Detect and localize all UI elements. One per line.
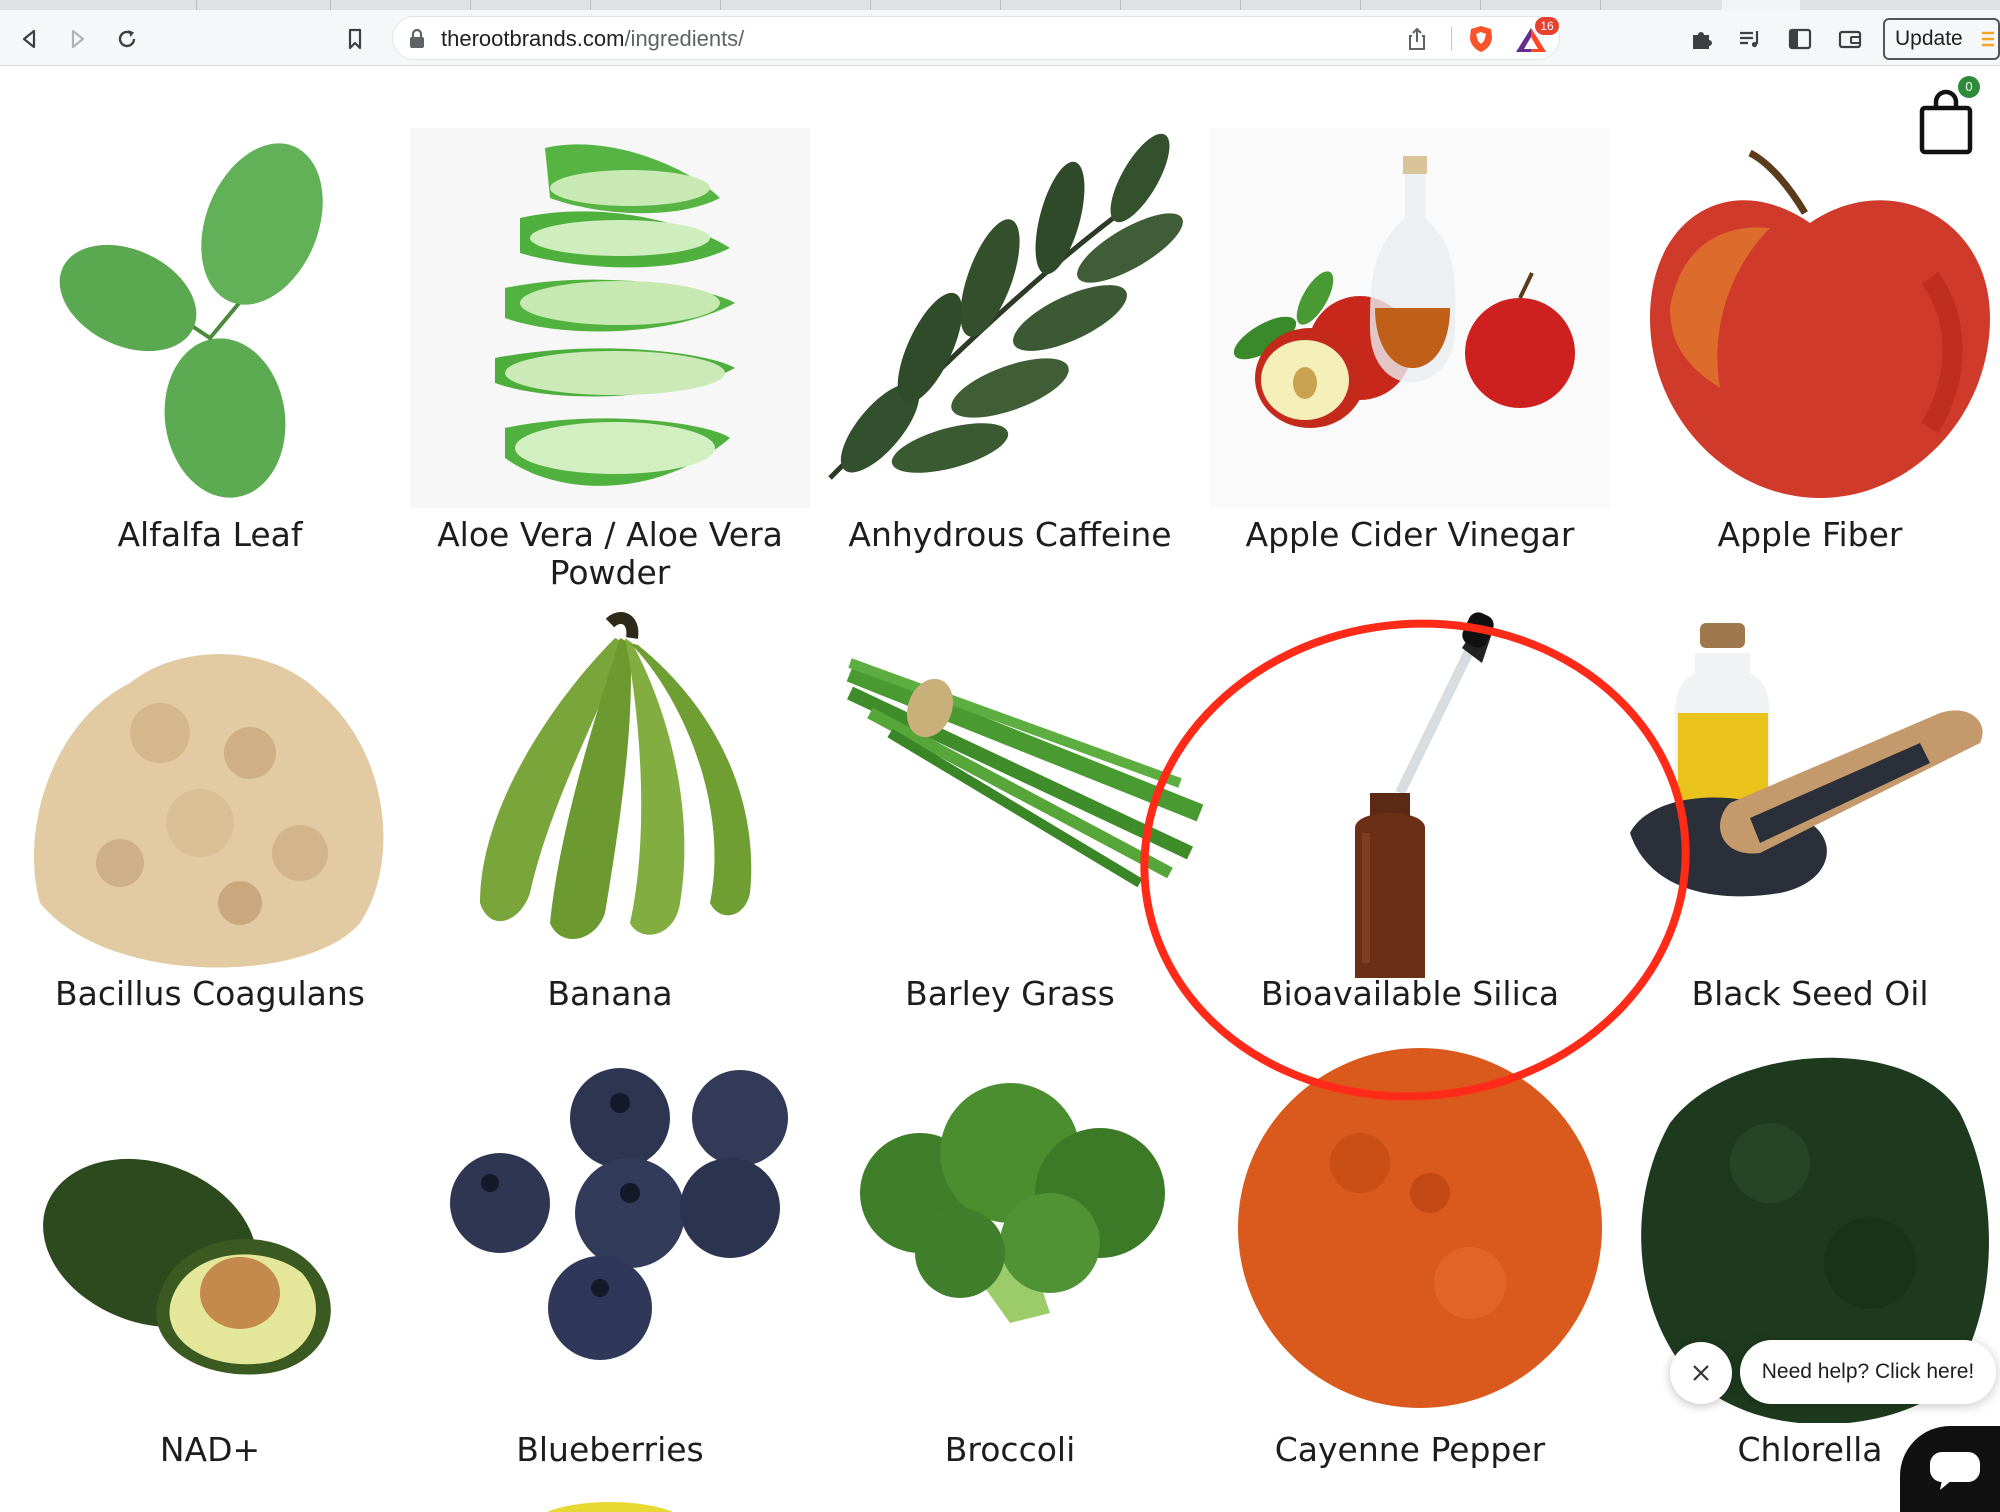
ingredient-label-line2[interactable]: Powder (410, 554, 810, 592)
url-path: /ingredients/ (624, 26, 745, 51)
media-control-icon[interactable] (1735, 24, 1765, 54)
tab-divider (1600, 0, 1601, 10)
ingredient-label[interactable]: Cayenne Pepper (1210, 1431, 1610, 1469)
apple-image[interactable] (1610, 128, 2000, 508)
reload-icon[interactable] (112, 24, 142, 54)
tab-divider (1000, 0, 1001, 10)
tab-divider (1240, 0, 1241, 10)
chat-icon (1930, 1452, 1980, 1490)
back-icon[interactable] (14, 24, 44, 54)
address-bar[interactable]: therootbrands.com/ingredients/ 16 (392, 16, 1560, 60)
ingredient-card-partial[interactable] (410, 1488, 810, 1512)
wallet-icon[interactable] (1835, 24, 1865, 54)
banana-image[interactable] (410, 603, 810, 983)
brave-shields-icon[interactable] (1465, 23, 1497, 55)
ingredient-label[interactable]: Banana (410, 975, 810, 1013)
ingredient-label[interactable]: Broccoli (810, 1431, 1210, 1469)
close-icon (1693, 1365, 1709, 1381)
alfalfa-leaf-image[interactable] (10, 128, 410, 508)
tab-divider (330, 0, 331, 10)
bookmark-icon[interactable] (340, 24, 370, 54)
lemon-image[interactable] (410, 1488, 810, 1512)
broccoli-image[interactable] (810, 1043, 1210, 1423)
lock-icon (410, 28, 424, 48)
extensions-icon[interactable] (1686, 24, 1716, 54)
ingredient-label[interactable]: Aloe Vera / Aloe Vera (410, 516, 810, 554)
chat-prompt-bubble[interactable]: Need help? Click here! (1740, 1340, 1996, 1404)
tab-divider (870, 0, 871, 10)
ingredient-label[interactable]: Black Seed Oil (1610, 975, 2000, 1013)
cayenne-powder-image[interactable] (1210, 1043, 1610, 1423)
ingredient-label[interactable]: Blueberries (410, 1431, 810, 1469)
dropper-bottle-image[interactable] (1210, 603, 1610, 983)
tab-divider (196, 0, 197, 10)
ingredient-label[interactable]: Alfalfa Leaf (10, 516, 410, 554)
tab-divider (1480, 0, 1481, 10)
tab-divider (720, 0, 721, 10)
ingredient-label[interactable]: Barley Grass (810, 975, 1210, 1013)
chat-close-button[interactable] (1670, 1342, 1732, 1404)
chat-launcher-button[interactable] (1900, 1426, 2000, 1512)
forward-icon[interactable] (62, 24, 92, 54)
share-icon[interactable] (1403, 25, 1431, 53)
ingredient-label[interactable]: Anhydrous Caffeine (810, 516, 1210, 554)
address-bar-divider (1451, 27, 1452, 51)
url-host: therootbrands.com (441, 26, 625, 51)
aloe-vera-image[interactable] (410, 128, 810, 508)
menu-icon (1982, 31, 1994, 47)
powder-image[interactable] (10, 603, 410, 983)
rewards-count-badge: 16 (1535, 17, 1559, 35)
barley-grass-image[interactable] (810, 603, 1210, 983)
browser-toolbar: therootbrands.com/ingredients/ 16 Update (0, 10, 2000, 66)
update-button[interactable]: Update (1883, 18, 2000, 60)
tab-divider (1120, 0, 1121, 10)
ingredient-label[interactable]: Bioavailable Silica (1210, 975, 1610, 1013)
ingredient-label[interactable]: Apple Fiber (1610, 516, 2000, 554)
tab-divider (470, 0, 471, 10)
black-seed-oil-image[interactable] (1610, 603, 2000, 983)
ingredient-label[interactable]: NAD+ (10, 1431, 410, 1469)
avocado-image[interactable] (10, 1043, 410, 1423)
ingredient-label[interactable]: Apple Cider Vinegar (1210, 516, 1610, 554)
url-text[interactable]: therootbrands.com/ingredients/ (441, 26, 744, 52)
caffeine-leaves-image[interactable] (810, 128, 1210, 508)
sidebar-toggle-icon[interactable] (1785, 24, 1815, 54)
apple-cider-vinegar-image[interactable] (1210, 128, 1610, 508)
blueberries-image[interactable] (410, 1043, 810, 1423)
cart-count-badge: 0 (1958, 76, 1980, 98)
tab-divider (1360, 0, 1361, 10)
ingredient-label[interactable]: Bacillus Coagulans (10, 975, 410, 1013)
active-tab[interactable] (1722, 0, 1800, 10)
tab-divider (590, 0, 591, 10)
update-button-label: Update (1895, 27, 1963, 50)
tab-strip (0, 0, 2000, 10)
